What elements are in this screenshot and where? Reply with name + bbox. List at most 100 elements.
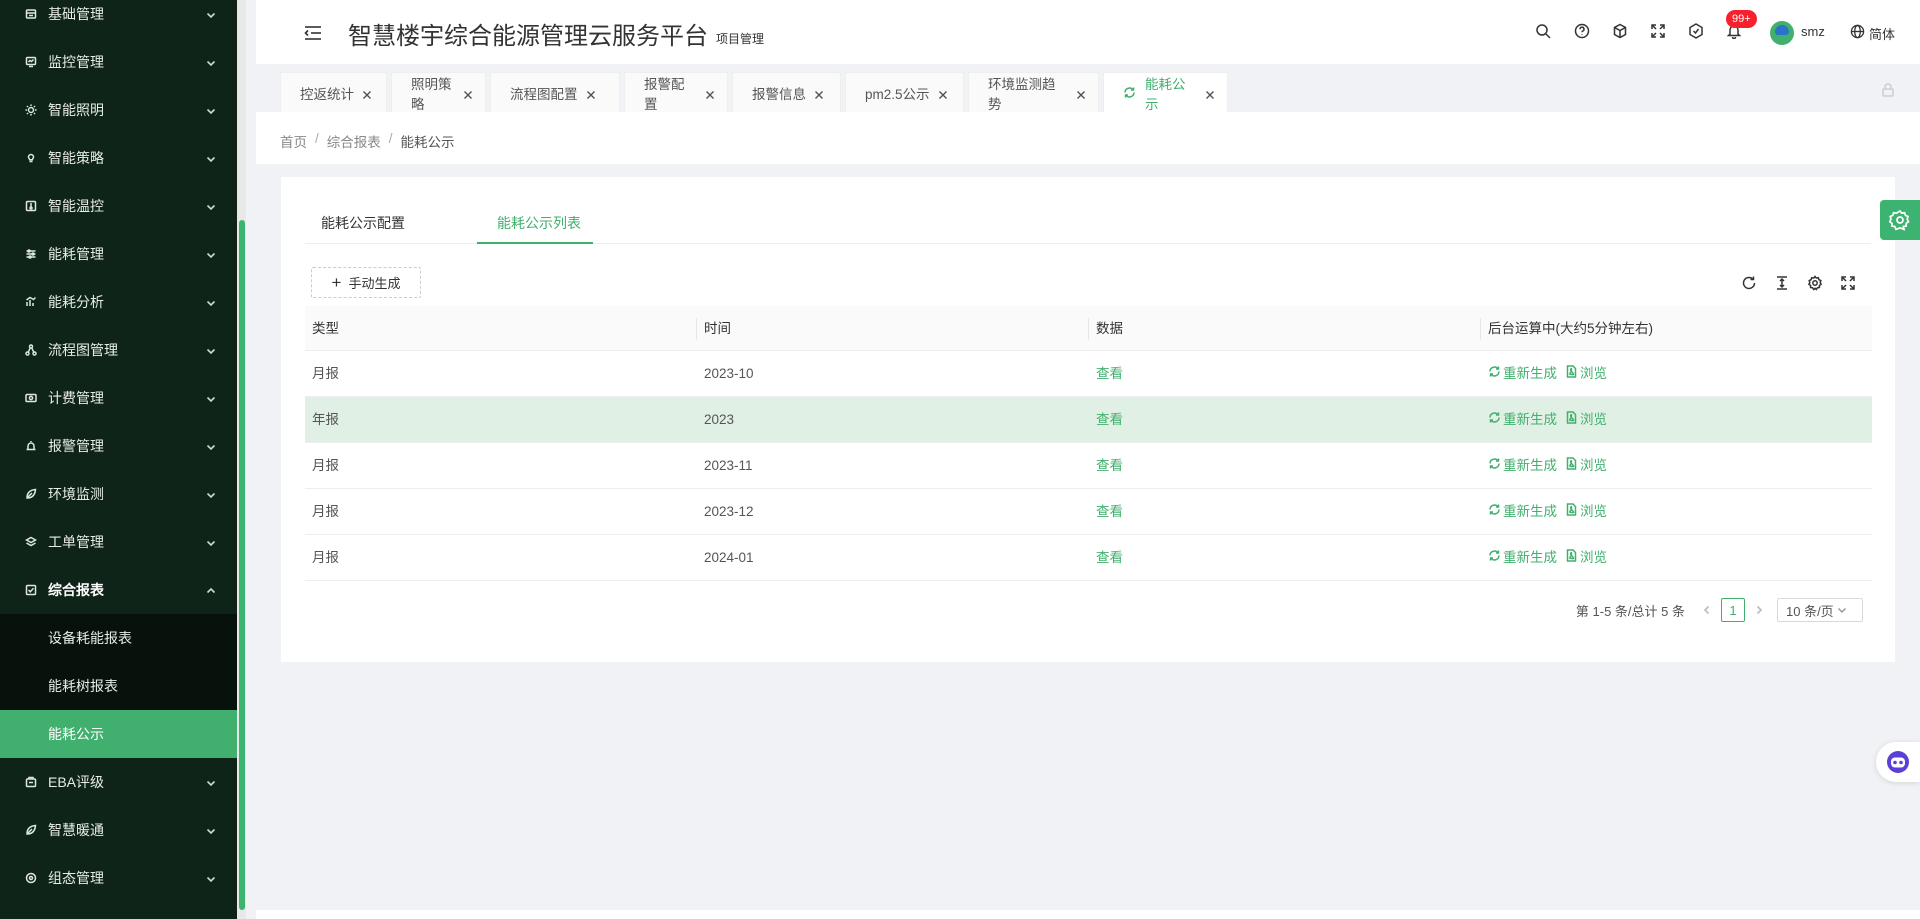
browse-label: 浏览: [1580, 458, 1607, 473]
sidebar-item[interactable]: EBA评级: [0, 758, 237, 806]
lock-icon[interactable]: [1880, 82, 1896, 98]
pdf-file-icon: [1565, 351, 1580, 397]
breadcrumb-home[interactable]: 首页: [280, 131, 307, 151]
refresh-icon[interactable]: [1123, 86, 1136, 99]
close-icon[interactable]: [705, 88, 715, 99]
avatar[interactable]: [1770, 21, 1794, 45]
sidebar-item[interactable]: 计费管理: [0, 374, 237, 422]
language-switch[interactable]: 简体: [1869, 24, 1895, 43]
tab-energy-config[interactable]: 能耗公示配置: [321, 213, 405, 233]
breadcrumb-section[interactable]: 综合报表: [327, 131, 381, 151]
sidebar-item[interactable]: 监控管理: [0, 38, 237, 86]
page-tab[interactable]: 报警信息: [732, 72, 841, 112]
regenerate-button[interactable]: 重新生成: [1488, 535, 1557, 581]
expand-icon[interactable]: [1839, 274, 1857, 292]
sidebar-scrollbar[interactable]: [237, 0, 246, 919]
view-data-link[interactable]: 查看: [1096, 366, 1123, 381]
refresh-icon[interactable]: [1740, 274, 1758, 292]
browse-button[interactable]: 浏览: [1565, 443, 1607, 489]
close-icon[interactable]: [938, 88, 948, 99]
sidebar-item[interactable]: 智能策略: [0, 134, 237, 182]
sidebar-item[interactable]: 智能照明: [0, 86, 237, 134]
layers-icon: [24, 535, 38, 549]
sidebar-item[interactable]: 基础管理: [0, 0, 237, 38]
browse-button[interactable]: 浏览: [1565, 489, 1607, 535]
sidebar-item[interactable]: 智慧暖通: [0, 806, 237, 854]
page-tab[interactable]: 控返统计: [280, 72, 387, 112]
breadcrumb-separator: /: [315, 131, 319, 146]
page-size-value: 10 条/页: [1786, 603, 1834, 619]
regenerate-button[interactable]: 重新生成: [1488, 489, 1557, 535]
bottom-band: [256, 910, 1920, 919]
regenerate-button[interactable]: 重新生成: [1488, 351, 1557, 397]
page-tab[interactable]: 报警配置: [624, 72, 728, 112]
sidebar-item[interactable]: 智能温控: [0, 182, 237, 230]
view-data-link[interactable]: 查看: [1096, 550, 1123, 565]
page-size-select[interactable]: 10 条/页: [1777, 598, 1863, 622]
sidebar-item-label: 能耗分析: [48, 294, 104, 310]
regenerate-button[interactable]: 重新生成: [1488, 443, 1557, 489]
sidebar-scroll-thumb[interactable]: [239, 220, 245, 910]
refresh-icon: [1488, 489, 1503, 535]
sidebar-item[interactable]: 能耗管理: [0, 230, 237, 278]
globe-icon[interactable]: [1850, 24, 1866, 40]
sidebar-item[interactable]: 组态管理: [0, 854, 237, 902]
chevron-down-icon: [205, 440, 217, 452]
next-page-icon[interactable]: [1751, 602, 1767, 618]
fullscreen-icon[interactable]: [1649, 22, 1667, 40]
sidebar-item[interactable]: 综合报表: [0, 566, 237, 614]
sidebar-item[interactable]: 能耗分析: [0, 278, 237, 326]
config-icon: [24, 871, 38, 885]
page-tab[interactable]: 环境监测趋势: [968, 72, 1099, 112]
chevron-down-icon: [1837, 607, 1846, 614]
browse-label: 浏览: [1580, 550, 1607, 565]
page-tab[interactable]: 流程图配置: [490, 72, 620, 112]
chevron-down-icon: [205, 344, 217, 356]
browse-button[interactable]: 浏览: [1565, 351, 1607, 397]
alarm-icon: [24, 439, 38, 453]
view-data-link[interactable]: 查看: [1096, 412, 1123, 427]
sidebar-item[interactable]: 报警管理: [0, 422, 237, 470]
database-icon: [24, 7, 38, 21]
manual-generate-button[interactable]: + 手动生成: [311, 267, 421, 298]
view-data-link[interactable]: 查看: [1096, 458, 1123, 473]
close-icon[interactable]: [1076, 88, 1086, 99]
browse-button[interactable]: 浏览: [1565, 535, 1607, 581]
sidebar-subitem[interactable]: 能耗公示: [0, 710, 237, 758]
view-data-link[interactable]: 查看: [1096, 504, 1123, 519]
theme-settings-gear-icon[interactable]: [1880, 200, 1920, 240]
close-icon[interactable]: [1205, 88, 1215, 99]
page-tab[interactable]: 能耗公示: [1103, 72, 1228, 112]
tab-energy-list[interactable]: 能耗公示列表: [497, 213, 581, 233]
regenerate-button[interactable]: 重新生成: [1488, 397, 1557, 443]
sidebar-item[interactable]: 流程图管理: [0, 326, 237, 374]
page-tab[interactable]: pm2.5公示: [845, 72, 964, 112]
column-header-data: 数据: [1096, 321, 1123, 336]
browse-button[interactable]: 浏览: [1565, 397, 1607, 443]
help-icon[interactable]: [1573, 22, 1591, 40]
search-icon[interactable]: [1534, 22, 1552, 40]
assistant-robot-icon[interactable]: [1876, 742, 1920, 782]
close-icon[interactable]: [814, 88, 824, 99]
prev-page-icon[interactable]: [1699, 602, 1715, 618]
cell-time: 2023-10: [704, 366, 754, 381]
close-icon[interactable]: [463, 88, 473, 99]
sidebar-item[interactable]: 环境监测: [0, 470, 237, 518]
page-tab[interactable]: 照明策略: [391, 72, 486, 112]
sidebar-item[interactable]: 工单管理: [0, 518, 237, 566]
column-height-icon[interactable]: [1773, 274, 1791, 292]
sidebar-subitem[interactable]: 能耗树报表: [0, 662, 237, 710]
close-icon[interactable]: [362, 88, 372, 99]
page-tab-label: 环境监测趋势: [988, 76, 1056, 112]
hexagon-icon[interactable]: [1687, 22, 1705, 40]
regenerate-label: 重新生成: [1503, 366, 1557, 381]
menu-toggle-icon[interactable]: [304, 25, 322, 41]
cube-icon[interactable]: [1611, 22, 1629, 40]
settings-icon[interactable]: [1806, 274, 1824, 292]
sidebar-subitem[interactable]: 设备耗能报表: [0, 614, 237, 662]
sidebar-item-label: 综合报表: [48, 582, 104, 598]
username[interactable]: smz: [1801, 24, 1825, 39]
close-icon[interactable]: [586, 88, 596, 99]
sidebar-item-label: 流程图管理: [48, 342, 118, 358]
page-number[interactable]: 1: [1721, 598, 1745, 622]
